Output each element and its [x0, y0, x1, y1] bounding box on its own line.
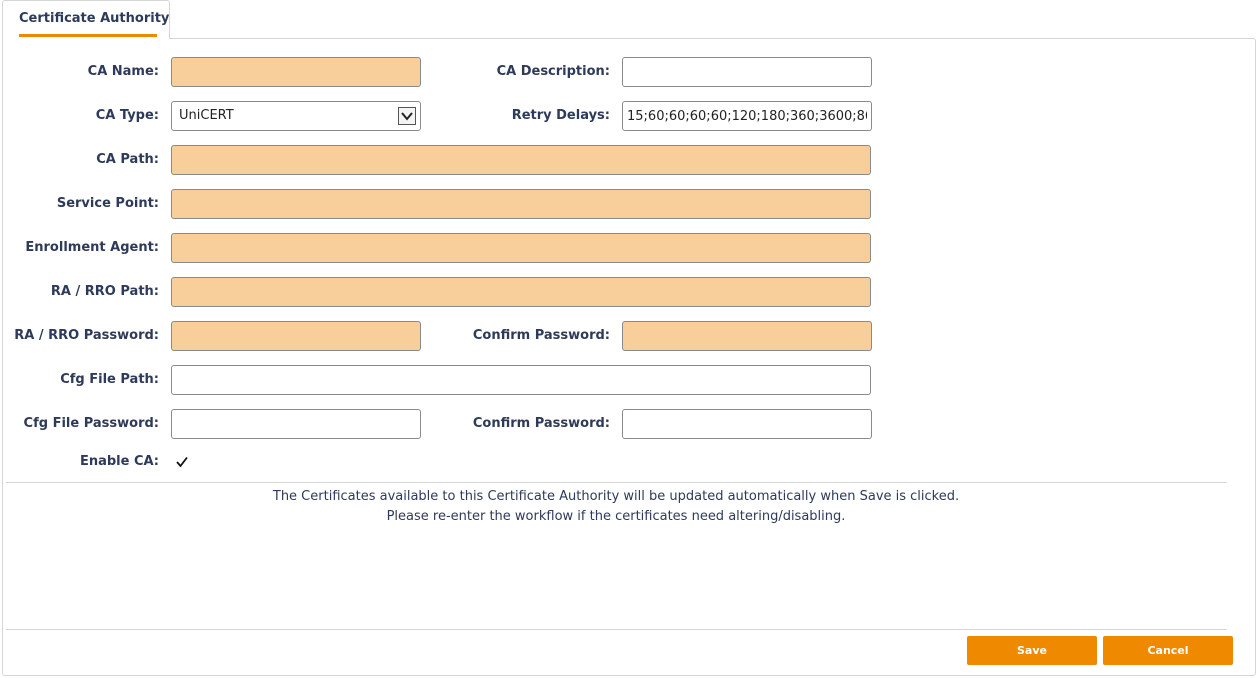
- enable-ca-label: Enable CA:: [79, 454, 159, 469]
- cfg-file-path-input[interactable]: [171, 365, 871, 395]
- retry-delays-label: Retry Delays:: [511, 108, 610, 123]
- cancel-button[interactable]: Cancel: [1103, 636, 1233, 665]
- cfg-confirm-password-input[interactable]: [622, 409, 872, 439]
- enrollment-agent-input[interactable]: [171, 233, 871, 263]
- cfg-file-password-label: Cfg File Password:: [23, 416, 159, 431]
- cfg-file-password-input[interactable]: [171, 409, 421, 439]
- ca-type-value: UniCERT: [179, 108, 234, 123]
- chevron-down-icon[interactable]: [398, 107, 416, 125]
- enable-ca-checkbox[interactable]: [175, 455, 189, 469]
- ca-name-input[interactable]: [171, 57, 421, 87]
- cfg-confirm-password-label: Confirm Password:: [472, 416, 610, 431]
- ca-type-label: CA Type:: [95, 108, 159, 123]
- enrollment-agent-label: Enrollment Agent:: [25, 240, 159, 255]
- ra-rro-path-label: RA / RRO Path:: [50, 284, 159, 299]
- divider-top: [6, 482, 1227, 483]
- tab-active-indicator: [19, 34, 157, 37]
- ra-confirm-password-input[interactable]: [622, 321, 872, 351]
- notice-line-2: Please re-enter the workflow if the cert…: [386, 509, 846, 524]
- ra-rro-password-label: RA / RRO Password:: [14, 328, 159, 343]
- ca-path-input[interactable]: [171, 145, 871, 175]
- service-point-input[interactable]: [171, 189, 871, 219]
- form-panel: [2, 38, 1256, 676]
- ra-confirm-password-label: Confirm Password:: [472, 328, 610, 343]
- retry-delays-input[interactable]: [622, 101, 872, 131]
- ra-rro-path-input[interactable]: [171, 277, 871, 307]
- tab-label: Certificate Authority: [19, 11, 170, 26]
- tab-certificate-authority[interactable]: Certificate Authority: [2, 0, 170, 39]
- checkmark-icon: [176, 456, 188, 468]
- save-button[interactable]: Save: [967, 636, 1097, 665]
- divider-bottom: [6, 629, 1227, 630]
- cfg-file-path-label: Cfg File Path:: [60, 372, 159, 387]
- notice-line-1: The Certificates available to this Certi…: [272, 489, 960, 504]
- ca-description-input[interactable]: [622, 57, 872, 87]
- ca-path-label: CA Path:: [96, 152, 159, 167]
- ra-rro-password-input[interactable]: [171, 321, 421, 351]
- ca-type-select[interactable]: UniCERT: [171, 101, 421, 131]
- ca-description-label: CA Description:: [496, 64, 610, 79]
- ca-name-label: CA Name:: [87, 64, 159, 79]
- service-point-label: Service Point:: [56, 196, 159, 211]
